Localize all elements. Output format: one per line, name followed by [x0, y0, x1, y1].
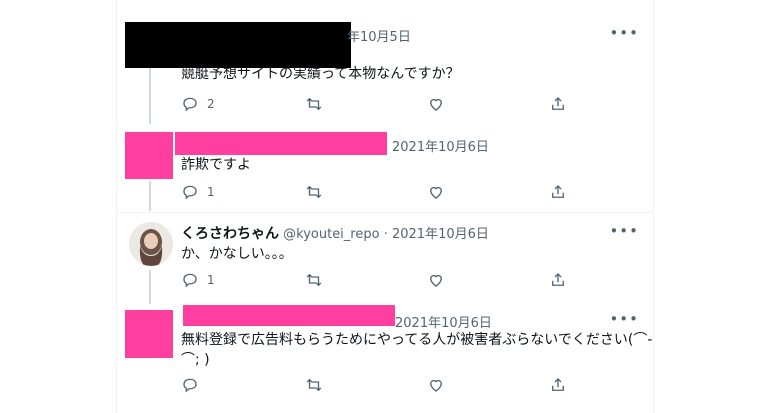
- like-button[interactable]: [427, 376, 445, 394]
- retweet-icon: [306, 273, 322, 287]
- tweet-3[interactable]: くろさわちゃん @kyoutei_repo · 2021年10月6日 ••• か…: [117, 213, 653, 305]
- share-button[interactable]: [549, 376, 567, 394]
- tweet-text-line2: ⌒; ): [181, 352, 210, 368]
- share-button[interactable]: [549, 183, 567, 201]
- reply-icon: [183, 378, 197, 393]
- heart-icon: [430, 274, 442, 287]
- tweet-text: か、かなしい。。。: [181, 246, 293, 262]
- thread-connector: [149, 270, 151, 304]
- separator-dot: ·: [383, 227, 388, 242]
- retweet-button[interactable]: [305, 376, 323, 394]
- retweet-icon: [306, 97, 322, 111]
- like-button[interactable]: [427, 95, 445, 113]
- share-icon: [552, 97, 564, 110]
- like-button[interactable]: [427, 271, 445, 289]
- reply-button[interactable]: 2: [181, 95, 215, 113]
- tweet-4[interactable]: 2021年10月6日 ••• 無料登録で広告料もらうためにやってる人が被害者ぶら…: [117, 305, 653, 413]
- tweet-text: 詐欺ですよ: [181, 157, 251, 173]
- tweet-date[interactable]: 2021年10月6日: [395, 312, 492, 331]
- tweet-1[interactable]: 年10月5日 ••• 競艇予想サイトの実績って本物なんですか？ 2: [117, 0, 653, 125]
- share-button[interactable]: [549, 95, 567, 113]
- tweet-text-line1: 無料登録で広告料もらうためにやってる人が被害者ぶらないでください(⌒-: [181, 332, 653, 348]
- reply-button[interactable]: 1: [181, 271, 215, 289]
- redacted-name: [175, 132, 387, 155]
- retweet-button[interactable]: [305, 95, 323, 113]
- redacted-name: [183, 305, 395, 326]
- thread-connector: [149, 181, 151, 211]
- reply-icon: [183, 273, 197, 288]
- retweet-icon: [306, 378, 322, 392]
- heart-icon: [430, 98, 442, 111]
- more-options-icon[interactable]: •••: [609, 310, 639, 328]
- redacted-avatar: [125, 132, 173, 179]
- retweet-icon: [306, 185, 322, 199]
- reply-icon: [183, 97, 197, 112]
- retweet-button[interactable]: [305, 271, 323, 289]
- display-name[interactable]: くろさわちゃん: [181, 226, 279, 242]
- tweet-header: くろさわちゃん @kyoutei_repo · 2021年10月6日: [181, 223, 489, 243]
- reply-button[interactable]: 1: [181, 183, 215, 201]
- reply-button[interactable]: [181, 376, 207, 394]
- tweet-date[interactable]: 年10月5日: [347, 26, 411, 45]
- tweet-thread: 年10月5日 ••• 競艇予想サイトの実績って本物なんですか？ 2 2021年1…: [116, 0, 654, 413]
- avatar-photo: [129, 222, 173, 266]
- share-icon: [552, 273, 564, 286]
- share-icon: [552, 185, 564, 198]
- reply-count: 1: [207, 273, 215, 287]
- share-icon: [552, 378, 564, 391]
- tweet-actions: 1: [181, 183, 601, 203]
- tweet-text: 競艇予想サイトの実績って本物なんですか？: [181, 66, 460, 82]
- reply-count: 1: [207, 185, 215, 199]
- retweet-button[interactable]: [305, 183, 323, 201]
- more-options-icon[interactable]: •••: [609, 24, 639, 42]
- tweet-date[interactable]: 2021年10月6日: [392, 227, 489, 242]
- more-options-icon[interactable]: •••: [609, 222, 639, 240]
- tweet-2[interactable]: 2021年10月6日 詐欺ですよ 1: [117, 125, 653, 212]
- redacted-avatar-and-name: [125, 22, 351, 68]
- redacted-avatar: [125, 310, 173, 358]
- tweet-actions: [181, 376, 601, 396]
- tweet-actions: 1: [181, 271, 601, 291]
- reply-count: 2: [207, 97, 215, 111]
- share-button[interactable]: [549, 271, 567, 289]
- heart-icon: [430, 379, 442, 392]
- thread-connector: [149, 66, 151, 124]
- heart-icon: [430, 186, 442, 199]
- avatar[interactable]: [129, 222, 173, 266]
- like-button[interactable]: [427, 183, 445, 201]
- user-handle[interactable]: @kyoutei_repo: [283, 227, 379, 242]
- reply-icon: [183, 185, 197, 200]
- tweet-date[interactable]: 2021年10月6日: [392, 136, 489, 155]
- tweet-actions: 2: [181, 95, 601, 115]
